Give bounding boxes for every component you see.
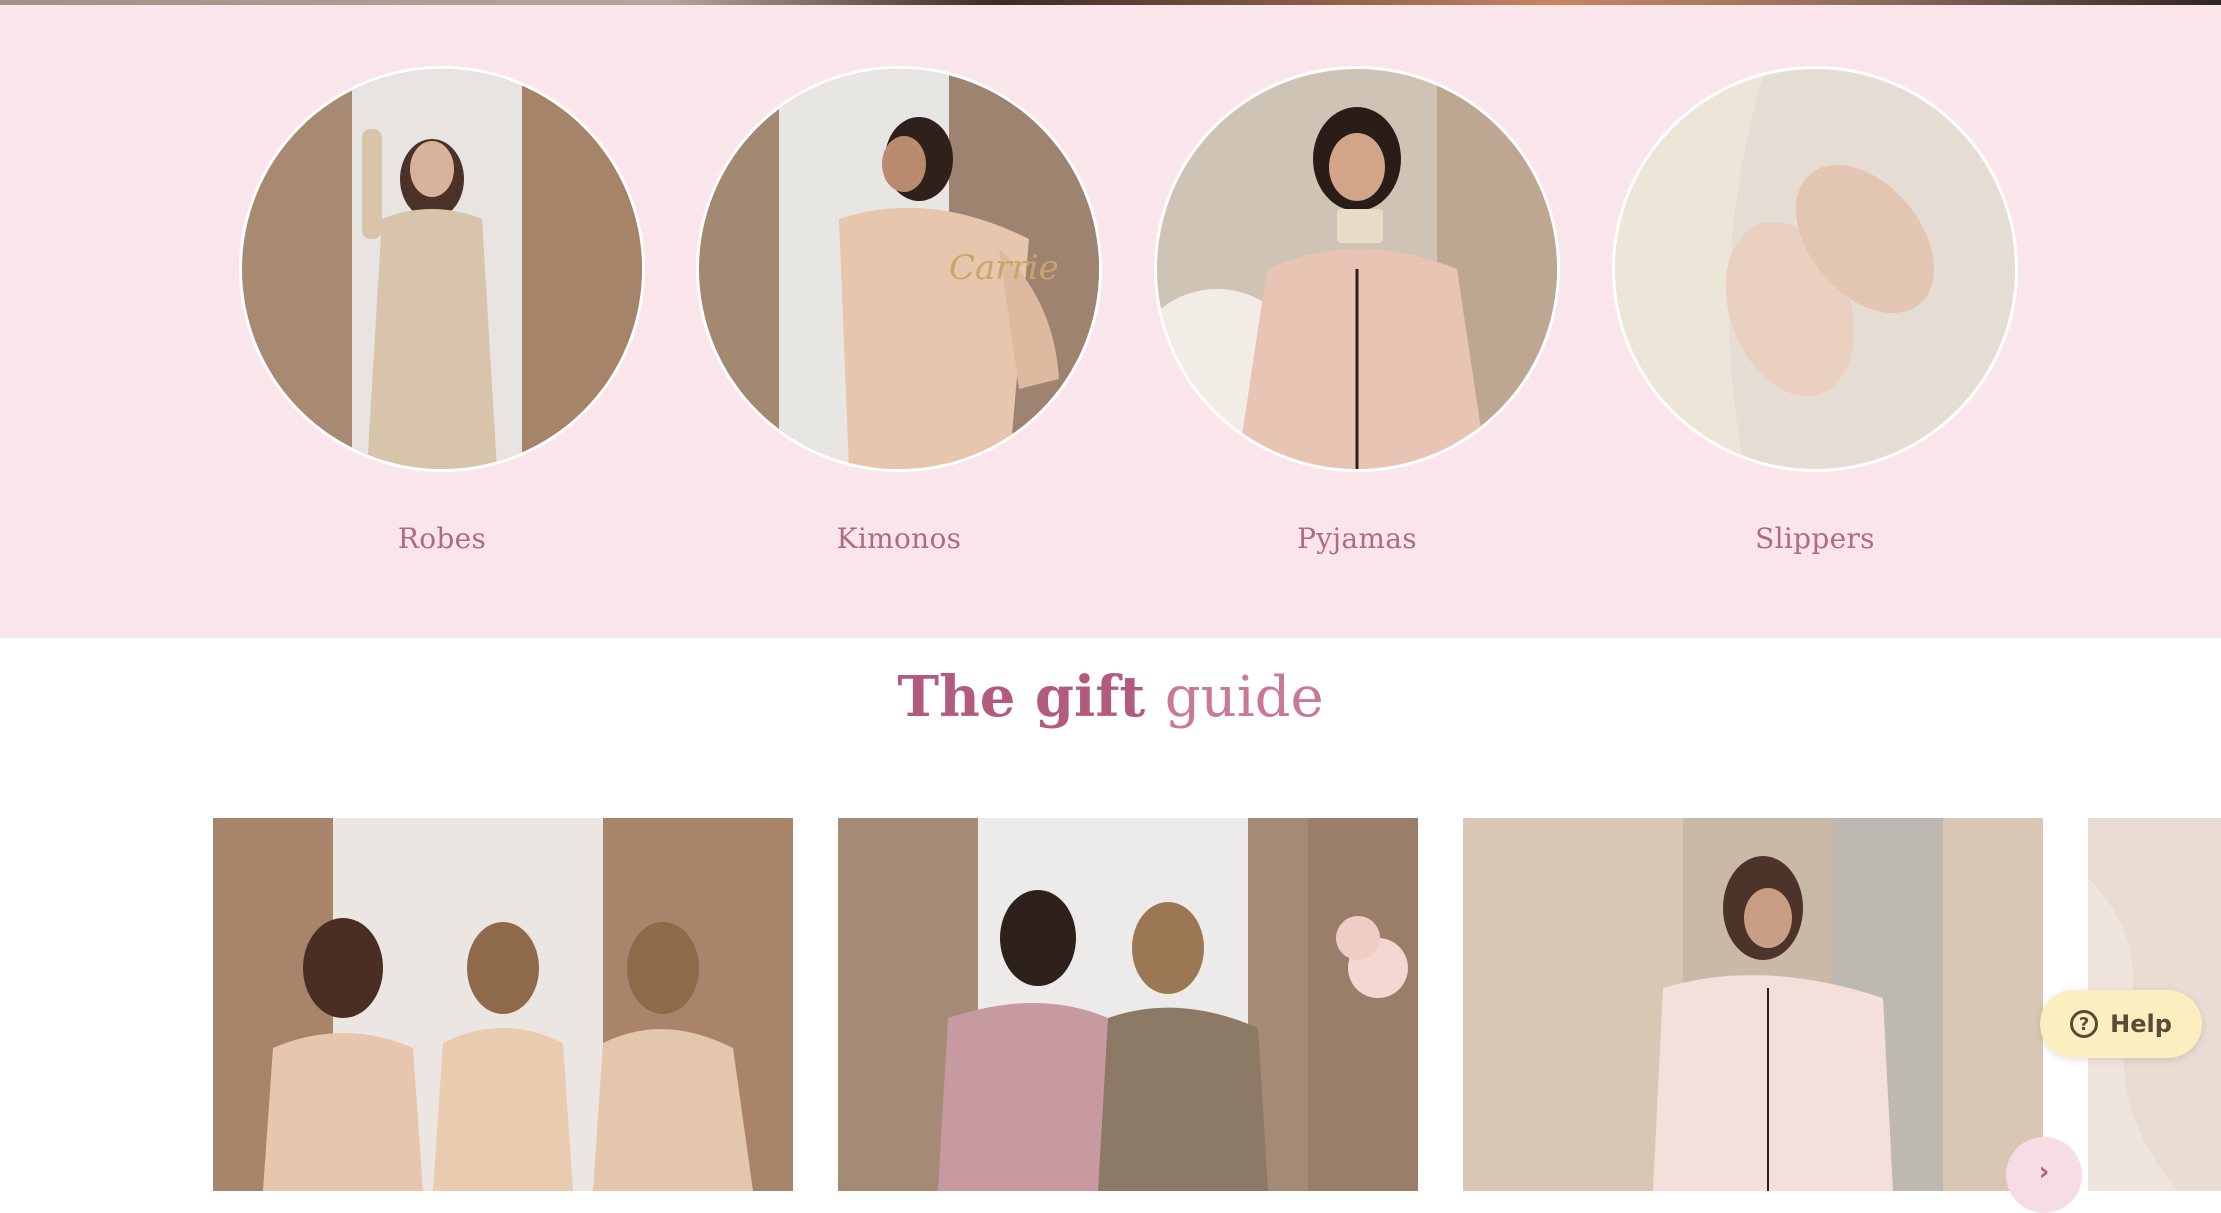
gift-guide-heading-part1: The gift (897, 664, 1146, 730)
gift-card-3[interactable] (1463, 818, 2043, 1191)
gift-guide-heading-part2: guide (1164, 665, 1324, 730)
gift-guide-heading: The gift guide (0, 664, 2221, 730)
help-button-label: Help (2110, 1010, 2172, 1038)
category-robes-image[interactable] (239, 66, 645, 472)
svg-text:Carrie: Carrie (949, 248, 1059, 288)
category-kimonos[interactable]: Carrie Kimonos (694, 66, 1104, 555)
carousel-next-button[interactable]: › (2006, 1137, 2082, 1213)
help-button[interactable]: ? Help (2040, 990, 2202, 1058)
category-label[interactable]: Kimonos (694, 522, 1104, 555)
category-label[interactable]: Robes (237, 522, 647, 555)
question-circle-icon: ? (2070, 1010, 2099, 1038)
category-slippers[interactable]: Slippers (1610, 66, 2020, 555)
category-robes[interactable]: Robes (237, 66, 647, 555)
chevron-right-icon: › (2038, 1157, 2050, 1187)
category-slippers-image[interactable] (1612, 66, 2018, 472)
gift-card-2[interactable] (838, 818, 1418, 1191)
category-band: Robes Carrie Kimonos Pyjamas Slippers (0, 5, 2221, 638)
gift-card-1[interactable] (213, 818, 793, 1191)
category-pyjamas[interactable]: Pyjamas (1152, 66, 1562, 555)
category-label[interactable]: Slippers (1610, 522, 2020, 555)
category-label[interactable]: Pyjamas (1152, 522, 1562, 555)
category-pyjamas-image[interactable] (1154, 66, 1560, 472)
category-kimonos-image[interactable]: Carrie (696, 66, 1102, 472)
